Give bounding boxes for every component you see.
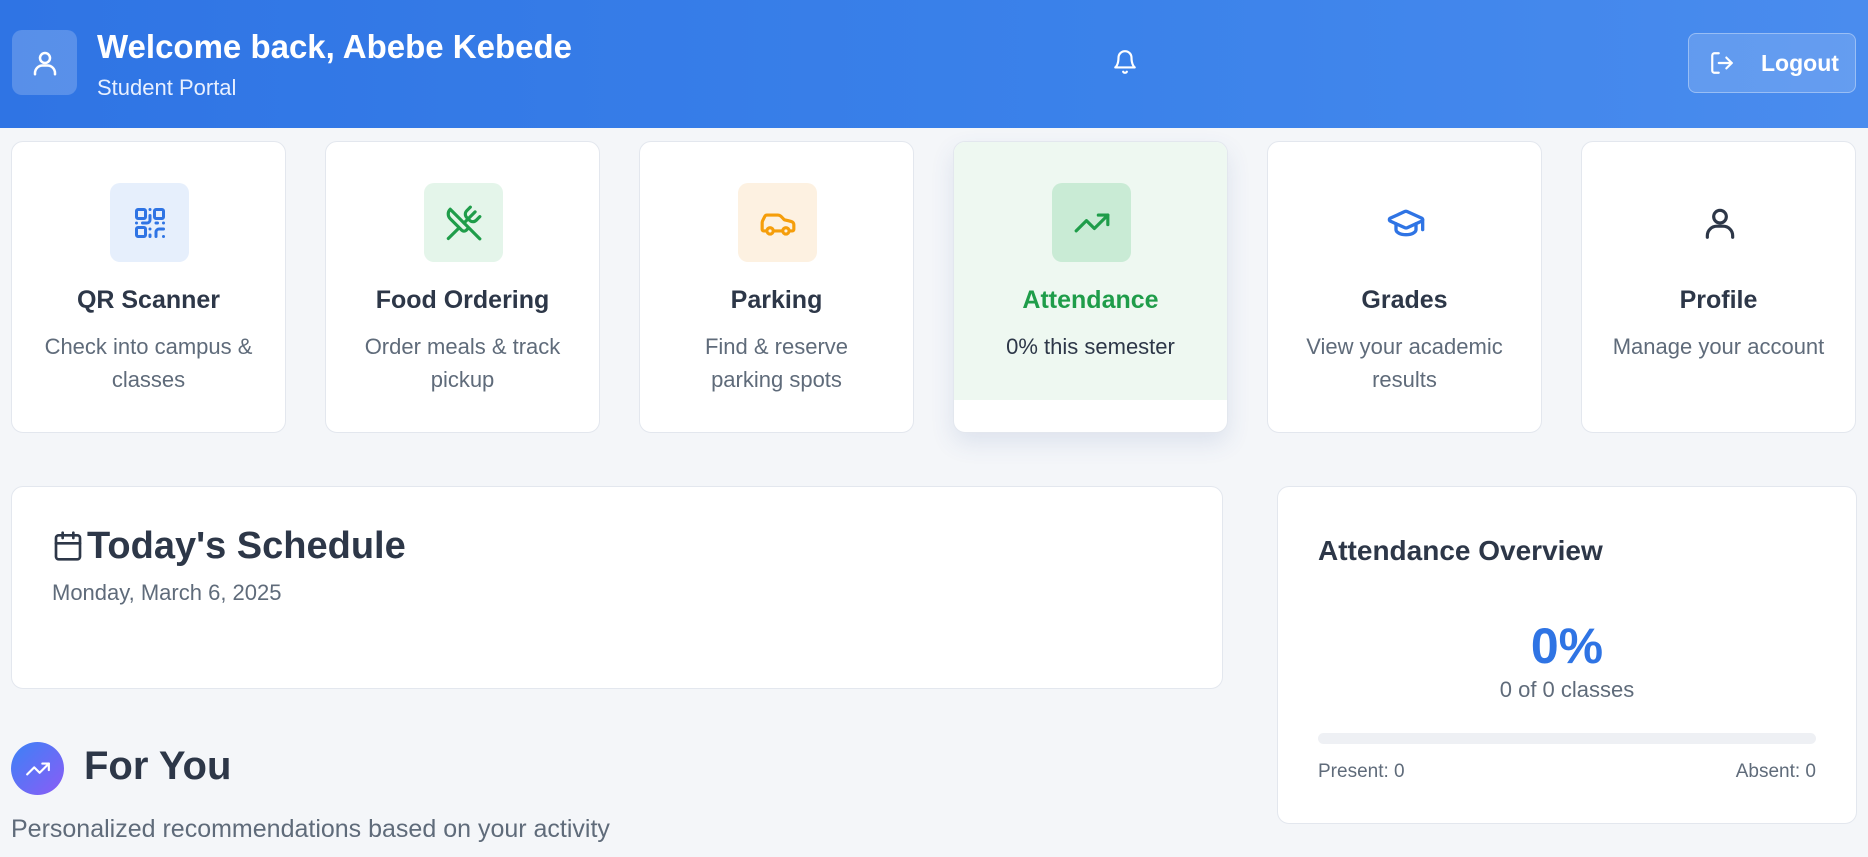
user-icon <box>1705 208 1734 239</box>
calendar-icon <box>54 531 82 561</box>
logout-label: Logout <box>1761 49 1839 76</box>
card-title: Grades <box>1361 286 1448 314</box>
qr-code-icon <box>134 207 165 238</box>
card-title: Parking <box>730 286 823 314</box>
card-description: Manage your account <box>1612 334 1825 359</box>
utensils-icon <box>446 205 481 240</box>
qr-scanner-card[interactable]: QR Scanner Check into campus & classes <box>11 141 286 433</box>
grades-card[interactable]: Grades View your academic results <box>1267 141 1542 433</box>
schedule-date: Monday, March 6, 2025 <box>52 580 282 605</box>
header: Welcome back, Abebe Kebede Student Porta… <box>0 0 1868 128</box>
absent-count: Absent: 0 <box>1735 761 1816 782</box>
grades-icon-tile <box>1366 183 1445 262</box>
for-you-subtitle: Personalized recommendations based on yo… <box>11 815 610 843</box>
card-title: Food Ordering <box>375 286 550 314</box>
trending-up-icon <box>1074 213 1109 232</box>
profile-card[interactable]: Profile Manage your account <box>1581 141 1856 433</box>
user-avatar[interactable] <box>12 30 77 95</box>
user-icon <box>33 51 56 75</box>
notifications-button[interactable] <box>1110 46 1140 78</box>
attendance-progress-bar <box>1318 733 1816 744</box>
card-description: Check into campus & classes <box>44 334 253 392</box>
for-you-badge <box>11 742 64 795</box>
logout-button[interactable]: Logout <box>1688 33 1856 93</box>
food-ordering-card[interactable]: Food Ordering Order meals & track pickup <box>325 141 600 433</box>
card-description: Order meals & track pickup <box>364 334 561 392</box>
bell-icon <box>1114 50 1136 74</box>
trending-up-icon <box>25 762 50 775</box>
parking-icon-tile <box>738 183 817 262</box>
car-icon <box>760 213 795 236</box>
attendance-overview-title: Attendance Overview <box>1318 535 1603 566</box>
logout-icon <box>1711 52 1733 74</box>
card-title: QR Scanner <box>76 286 221 314</box>
card-description: 0% this semester <box>1006 334 1175 359</box>
welcome-heading: Welcome back, Abebe Kebede <box>97 28 573 65</box>
qr-scanner-icon-tile <box>110 183 189 262</box>
schedule-title: Today's Schedule <box>87 525 406 567</box>
attendance-card[interactable]: Attendance 0% this semester <box>953 141 1228 433</box>
profile-icon-tile <box>1680 183 1759 262</box>
portal-subtitle: Student Portal <box>97 75 237 100</box>
card-description: View your academic results <box>1306 334 1503 392</box>
attendance-percent: 0% <box>1530 618 1604 674</box>
card-title: Attendance <box>1022 286 1159 314</box>
parking-card[interactable]: Parking Find & reserve parking spots <box>639 141 914 433</box>
attendance-icon-tile <box>1052 183 1131 262</box>
present-count: Present: 0 <box>1318 761 1405 782</box>
for-you-title: For You <box>84 744 232 788</box>
graduation-cap-icon <box>1387 209 1424 236</box>
attendance-classes: 0 of 0 classes <box>1499 677 1635 702</box>
food-ordering-icon-tile <box>424 183 503 262</box>
card-description: Find & reserve parking spots <box>704 334 849 392</box>
card-title: Profile <box>1679 286 1758 314</box>
